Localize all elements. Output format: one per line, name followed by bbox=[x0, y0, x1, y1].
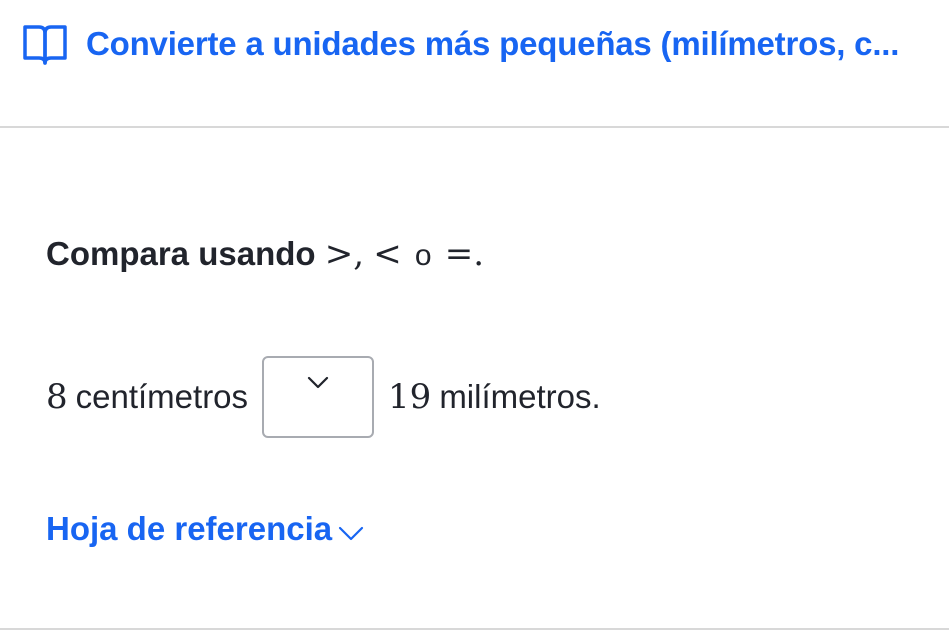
reference-sheet-label: Hoja de referencia bbox=[46, 510, 333, 547]
exercise-title: Convierte a unidades más pequeñas (milím… bbox=[86, 25, 900, 62]
reference-sheet-toggle[interactable]: Hoja de referencia bbox=[46, 510, 364, 548]
exercise-title-link[interactable]: Convierte a unidades más pequeñas (milím… bbox=[22, 22, 899, 66]
greater-than-symbol: > bbox=[324, 234, 354, 274]
book-icon bbox=[23, 25, 67, 65]
bottom-divider bbox=[0, 628, 949, 630]
comparison-dropdown[interactable] bbox=[262, 356, 375, 438]
exercise-page: Convierte a unidades más pequeñas (milím… bbox=[0, 0, 949, 636]
or-word: o bbox=[414, 239, 432, 272]
exercise-header: Convierte a unidades más pequeñas (milím… bbox=[0, 0, 949, 128]
comma-symbol: , bbox=[353, 234, 365, 274]
question-prompt: Compara usando >, < o =. bbox=[46, 234, 484, 274]
left-unit: centímetros bbox=[75, 378, 249, 415]
comparison-row: 8 centímetros 19 milímetros. bbox=[46, 355, 601, 439]
right-unit: milímetros. bbox=[439, 378, 601, 415]
chevron-down-icon bbox=[307, 376, 329, 389]
equals-symbol: = bbox=[444, 234, 474, 274]
left-number: 8 bbox=[46, 377, 68, 417]
right-number: 19 bbox=[388, 377, 432, 417]
chevron-down-icon bbox=[339, 526, 364, 541]
less-than-symbol: < bbox=[373, 234, 402, 274]
period-symbol: . bbox=[473, 234, 485, 274]
prompt-text: Compara usando bbox=[46, 235, 316, 272]
